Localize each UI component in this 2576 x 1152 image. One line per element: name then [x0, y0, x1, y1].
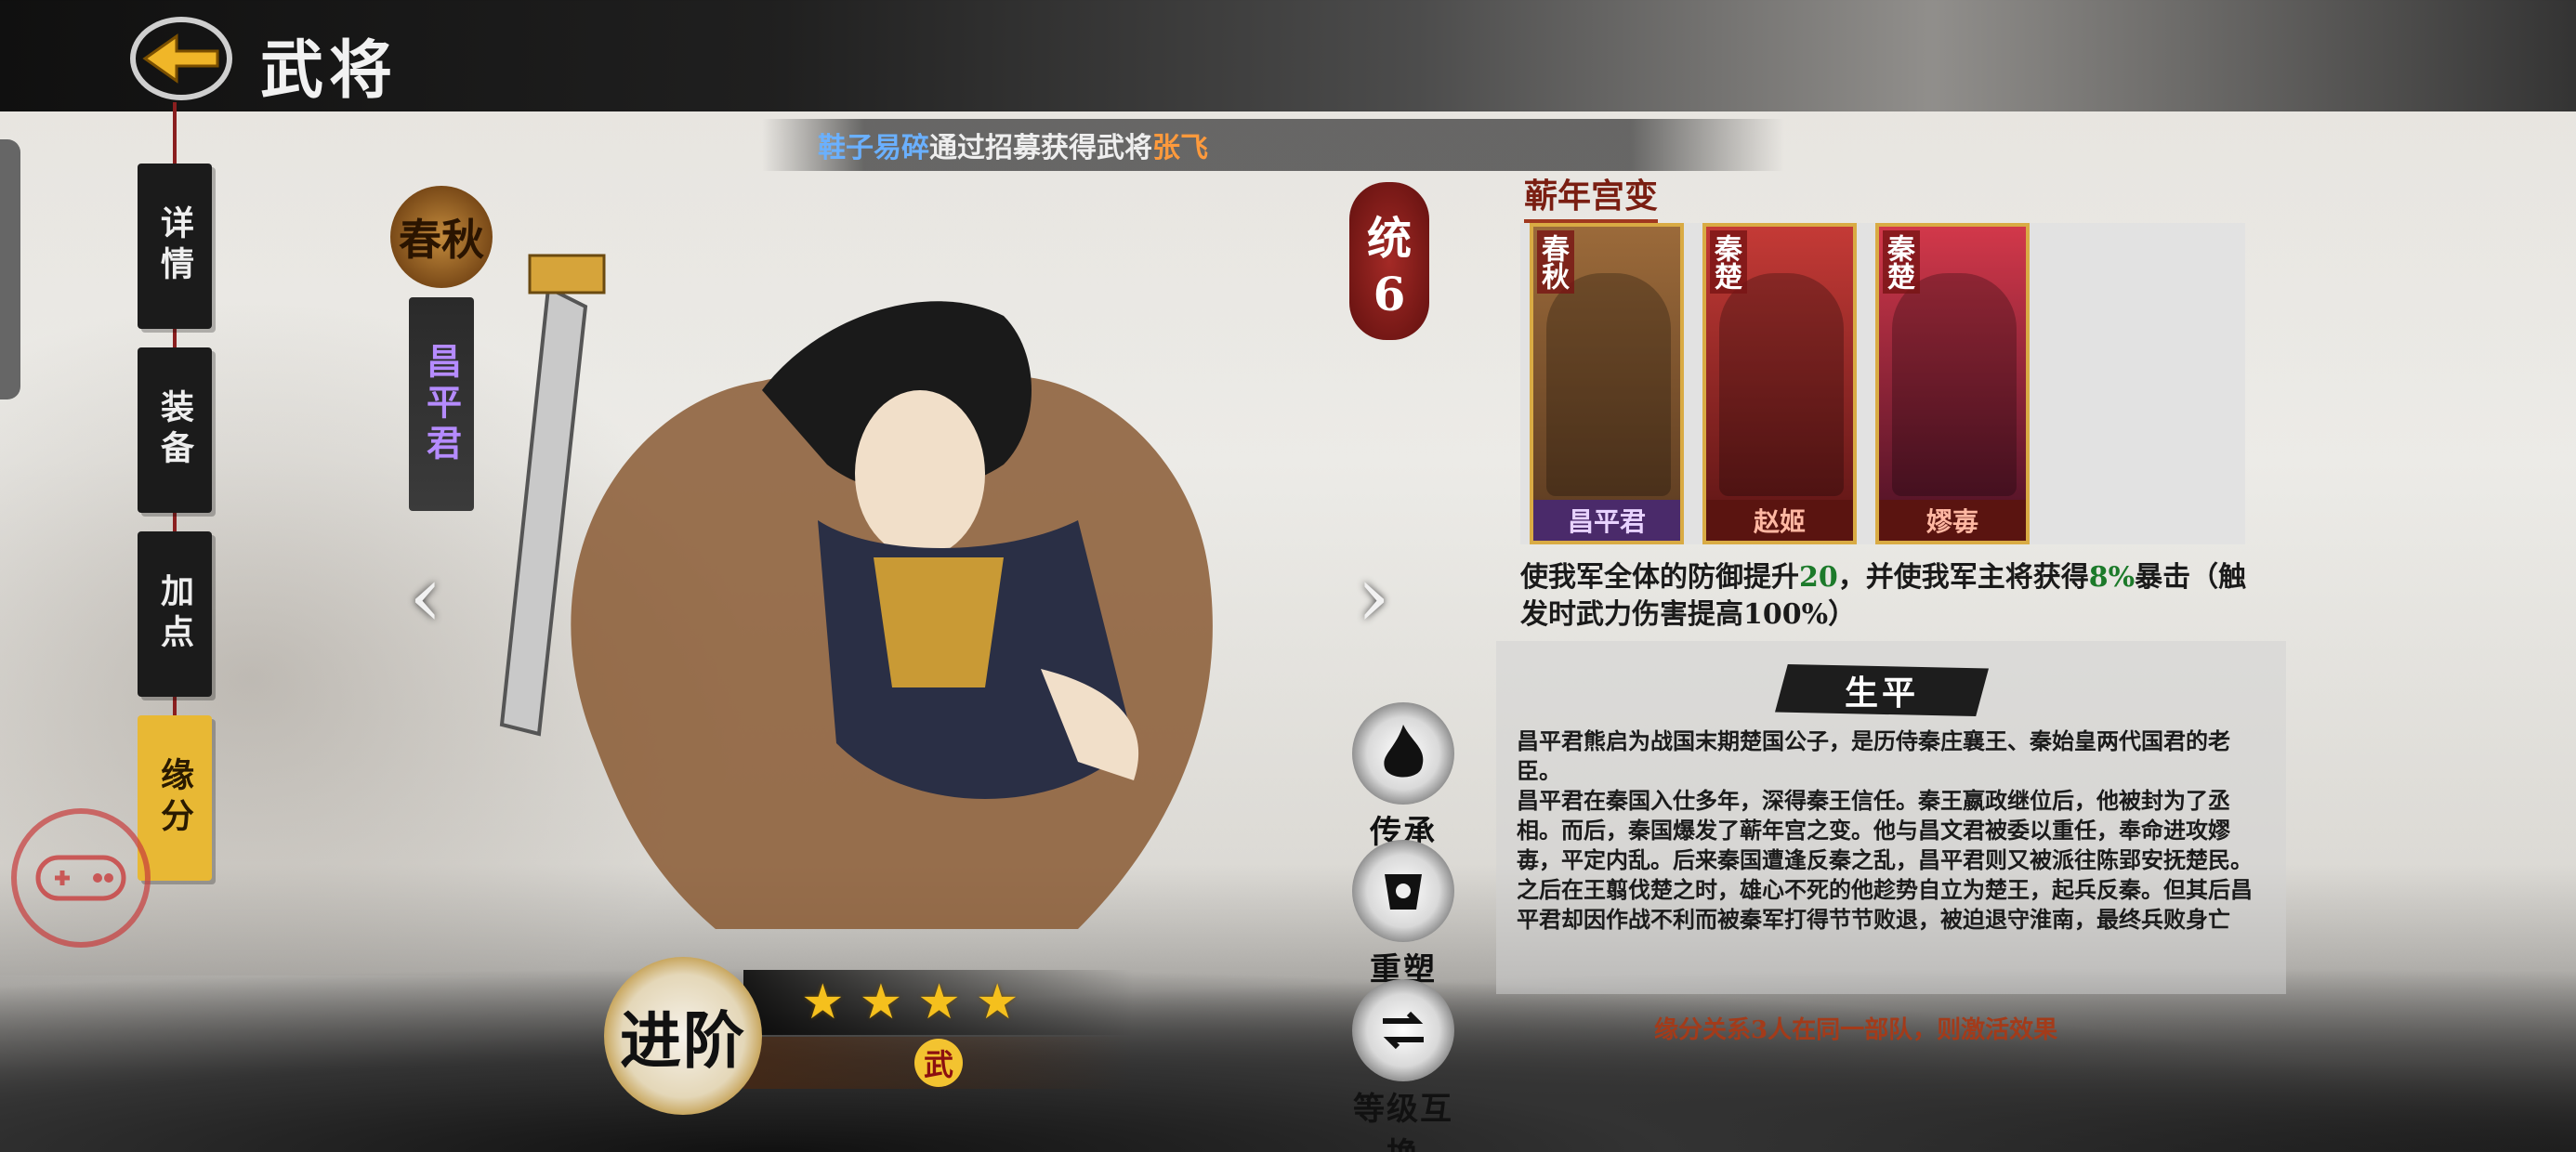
- biography-text[interactable]: 昌平君熊启为战国末期楚国公子，是历侍秦庄襄王、秦始皇两代国君的老臣。 昌平君在秦…: [1517, 727, 2260, 1016]
- card-portrait: [1546, 273, 1671, 496]
- star-icon: ★: [801, 975, 845, 1030]
- bond-panel: 蕲年宫变 春秋 昌平君 秦楚 赵姬 秦楚 嫪毐 使我军全体的防御提升20，并使我…: [1496, 158, 2286, 1022]
- notice-hero-name: 张飞: [1152, 132, 1208, 164]
- bond-card[interactable]: 秦楚 嫪毐: [1875, 223, 2030, 544]
- flame-icon: [1352, 702, 1454, 805]
- hero-type-bar: 武: [743, 1037, 1134, 1089]
- card-faction: 春秋: [1536, 230, 1574, 294]
- hero-faction-seal: 春秋: [390, 186, 493, 288]
- tab-details[interactable]: 详情: [138, 164, 212, 329]
- card-faction: 秦楚: [1882, 230, 1920, 294]
- card-name: 赵姬: [1706, 500, 1853, 541]
- back-button[interactable]: [130, 17, 232, 100]
- bond-effect-description: 使我军全体的防御提升20，并使我军主将获得8%暴击（触发时武力伤害提高100%）: [1520, 559, 2264, 634]
- bond-title: 蕲年宫变: [1524, 169, 1659, 223]
- inherit-button[interactable]: 传承: [1338, 702, 1468, 852]
- hero-portrait-art: [499, 254, 1213, 929]
- tab-bonds[interactable]: 缘分: [138, 715, 212, 881]
- command-value: 6: [1373, 266, 1406, 321]
- card-name: 嫪毐: [1879, 500, 2026, 541]
- notice-text: 通过招募获得武将: [929, 132, 1152, 164]
- bond-defense-value: 20: [1799, 561, 1838, 594]
- tab-equipment[interactable]: 装备: [138, 347, 212, 513]
- bond-card[interactable]: 春秋 昌平君: [1530, 223, 1684, 544]
- tab-attribute-points[interactable]: 加点: [138, 531, 212, 697]
- prev-hero-arrow[interactable]: ‹: [409, 548, 442, 646]
- reforge-button[interactable]: 重塑: [1338, 840, 1468, 989]
- level-swap-label: 等级互换: [1353, 1091, 1453, 1152]
- gamepad-overlay-button[interactable]: [11, 808, 151, 948]
- bond-desc-part: ，并使我军主将获得: [1837, 561, 2089, 594]
- gamepad-icon: [35, 855, 126, 901]
- armor-icon: [1352, 840, 1454, 942]
- command-label: 统: [1366, 212, 1412, 265]
- bond-desc-part: 使我军全体的防御提升: [1520, 561, 1799, 594]
- next-hero-arrow[interactable]: ›: [1357, 548, 1390, 646]
- star-rating: ★ ★ ★ ★: [743, 970, 1134, 1035]
- bond-activation-hint: 缘分关系3人在同一部队，则激活效果: [1654, 1016, 2058, 1044]
- swap-icon: [1352, 979, 1454, 1081]
- card-name: 昌平君: [1533, 500, 1680, 541]
- back-arrow-icon: [142, 33, 219, 84]
- side-drawer-handle[interactable]: [0, 139, 20, 399]
- page-title: 武将: [260, 33, 399, 108]
- level-swap-button[interactable]: 等级互换: [1338, 979, 1468, 1152]
- star-icon: ★: [859, 975, 903, 1030]
- notice-player-name: 鞋子易碎: [818, 132, 929, 164]
- hero-name-plaque: 昌平君: [409, 297, 474, 511]
- card-portrait: [1719, 273, 1844, 496]
- advance-button[interactable]: 进阶: [604, 957, 762, 1115]
- card-faction: 秦楚: [1709, 230, 1747, 294]
- biography-title: 生平: [1775, 664, 1989, 716]
- bond-card-row: 春秋 昌平君 秦楚 赵姬 秦楚 嫪毐: [1520, 223, 2245, 544]
- card-portrait: [1892, 273, 2017, 496]
- command-stat-badge: 统 6: [1349, 182, 1429, 340]
- star-icon: ★: [917, 975, 961, 1030]
- bond-card[interactable]: 秦楚 赵姬: [1702, 223, 1857, 544]
- bond-crit-value: 8%: [2088, 561, 2136, 594]
- hero-type-badge: 武: [914, 1039, 963, 1087]
- star-icon: ★: [975, 975, 1019, 1030]
